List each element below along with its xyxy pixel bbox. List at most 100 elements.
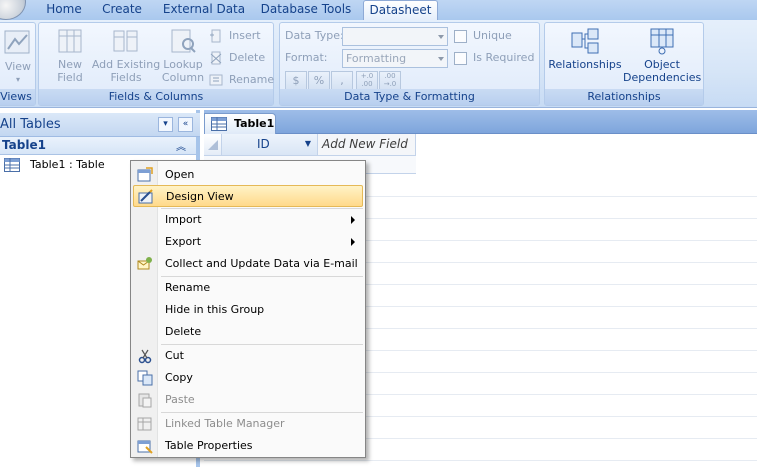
collapse-pane-icon[interactable]: « — [178, 117, 193, 132]
menu-item-rename[interactable]: Rename — [133, 277, 363, 299]
menu-item-open[interactable]: Open — [133, 164, 363, 186]
fields-columns-group: New Field Add Existing Fields Lookup Col… — [38, 22, 274, 106]
relationships-icon — [571, 28, 599, 54]
menu-item-label: Delete — [165, 325, 202, 338]
object-dependencies-button[interactable]: Object Dependencies — [623, 27, 701, 84]
tab-create[interactable]: Create — [96, 0, 148, 20]
menu-item-paste[interactable]: Paste — [133, 389, 363, 411]
table-icon — [4, 158, 20, 172]
relationships-button[interactable]: Relationships — [548, 27, 622, 71]
tab-home[interactable]: Home — [42, 0, 86, 20]
add-existing-fields-label: Add Existing Fields — [91, 58, 161, 84]
rename-button[interactable]: Rename — [209, 71, 274, 89]
open-table-icon — [137, 167, 153, 182]
datasheet-header-row: ID ▼ Add New Field — [204, 134, 757, 156]
menu-item-design-view[interactable]: Design View — [133, 185, 363, 207]
nav-pane-title[interactable]: All Tables — [0, 117, 61, 132]
lookup-column-icon — [171, 29, 196, 53]
new-field-icon — [58, 29, 82, 53]
email-collect-icon — [137, 257, 152, 270]
percent-button[interactable]: % — [308, 71, 330, 90]
menu-item-hide-in-group[interactable]: Hide in this Group — [133, 299, 363, 321]
menu-item-delete[interactable]: Delete — [133, 321, 363, 343]
menu-item-label: Copy — [165, 371, 193, 384]
relationships-label: Relationships — [548, 58, 622, 71]
scissors-icon — [138, 349, 152, 364]
views-group-label: Views — [0, 89, 35, 105]
insert-button[interactable]: Insert — [209, 27, 273, 45]
chevron-down-icon[interactable]: ▾ — [158, 117, 173, 132]
tab-database-tools[interactable]: Database Tools — [258, 0, 354, 20]
tab-datasheet[interactable]: Datasheet — [363, 0, 438, 20]
menu-item-linked-table-manager[interactable]: Linked Table Manager — [133, 413, 363, 435]
chevron-down-icon — [438, 35, 444, 39]
relationships-group: Relationships Object Dependencies Relati… — [544, 22, 704, 106]
menu-item-label: Linked Table Manager — [165, 417, 285, 430]
menu-item-import[interactable]: Import — [133, 209, 363, 231]
column-header-add-new-field[interactable]: Add New Field — [318, 134, 416, 156]
data-type-formatting-group: Data Type: Format: Formatting Unique Is … — [279, 22, 540, 106]
linked-table-icon — [137, 417, 152, 431]
menu-item-collect-update-email[interactable]: Collect and Update Data via E-mail — [133, 253, 363, 275]
menu-item-label: Table Properties — [165, 439, 253, 452]
document-tab-strip: Table1 — [204, 110, 757, 134]
delete-label: Delete — [229, 51, 266, 64]
paste-icon — [138, 393, 152, 408]
nav-pane-header[interactable]: All Tables ▾ « — [0, 113, 200, 137]
chevron-up-icon[interactable]: ︽ — [176, 138, 186, 153]
relationships-group-label: Relationships — [545, 89, 703, 105]
document-tab-table1[interactable]: Table1 — [204, 113, 276, 134]
submenu-arrow-icon — [351, 216, 355, 224]
chevron-down-icon — [438, 57, 444, 61]
menu-item-label: Hide in this Group — [165, 303, 265, 316]
lookup-column-button[interactable]: Lookup Column — [161, 27, 205, 84]
fields-columns-group-label: Fields & Columns — [39, 89, 273, 105]
menu-item-label: Collect and Update Data via E-mail — [165, 257, 358, 270]
insert-column-icon — [210, 29, 221, 43]
unique-checkbox[interactable] — [454, 30, 467, 43]
format-combo-value: Formatting — [346, 52, 407, 65]
object-dependencies-label: Object Dependencies — [623, 58, 702, 84]
nav-group-title: Table1 — [2, 138, 46, 152]
add-existing-fields-button[interactable]: Add Existing Fields — [91, 27, 161, 84]
delete-button[interactable]: Delete — [209, 49, 273, 67]
new-field-button[interactable]: New Field — [47, 27, 93, 84]
is-required-label: Is Required — [473, 51, 535, 64]
rename-column-icon — [209, 74, 223, 86]
currency-button[interactable]: $ — [285, 71, 307, 90]
tab-external-data[interactable]: External Data — [160, 0, 248, 20]
column-header-id[interactable]: ID ▼ — [222, 134, 318, 156]
chevron-down-icon[interactable]: ▼ — [305, 134, 311, 154]
menu-item-table-properties[interactable]: Table Properties — [133, 435, 363, 457]
select-all-icon — [208, 140, 218, 150]
nav-item-label: Table1 : Table — [30, 158, 105, 171]
menu-item-label: Paste — [165, 393, 195, 406]
data-type-label: Data Type: — [285, 29, 344, 42]
format-label: Format: — [285, 51, 328, 64]
nav-group-header[interactable]: Table1 ︽ — [0, 137, 196, 155]
views-group: View ▾ Views — [0, 22, 36, 106]
menu-item-copy[interactable]: Copy — [133, 367, 363, 389]
increase-decimals-button[interactable]: +.0 .00 — [356, 71, 378, 90]
comma-button[interactable]: , — [331, 71, 353, 90]
menu-item-label: Cut — [165, 349, 184, 362]
select-all-corner[interactable] — [204, 134, 222, 156]
is-required-checkbox[interactable] — [454, 52, 467, 65]
menu-item-cut[interactable]: Cut — [133, 345, 363, 367]
ribbon-tab-bar: Home Create External Data Database Tools… — [0, 0, 757, 20]
add-existing-fields-icon — [113, 30, 138, 52]
format-combo[interactable]: Formatting — [342, 49, 448, 68]
ribbon: View ▾ Views New Field Add Existing Fiel… — [0, 20, 757, 108]
menu-item-label: Design View — [166, 190, 234, 203]
new-field-label: New Field — [57, 58, 83, 84]
chevron-down-icon: ▾ — [15, 75, 20, 84]
data-type-combo[interactable] — [342, 27, 448, 46]
office-button[interactable] — [0, 0, 26, 20]
table-properties-icon — [137, 440, 153, 454]
insert-label: Insert — [229, 29, 261, 42]
menu-item-export[interactable]: Export — [133, 231, 363, 253]
view-button[interactable]: View ▾ — [1, 27, 35, 86]
menu-item-label: Rename — [165, 281, 211, 294]
decrease-decimals-button[interactable]: .00 →.0 — [379, 71, 401, 90]
data-type-formatting-group-label: Data Type & Formatting — [280, 89, 539, 105]
